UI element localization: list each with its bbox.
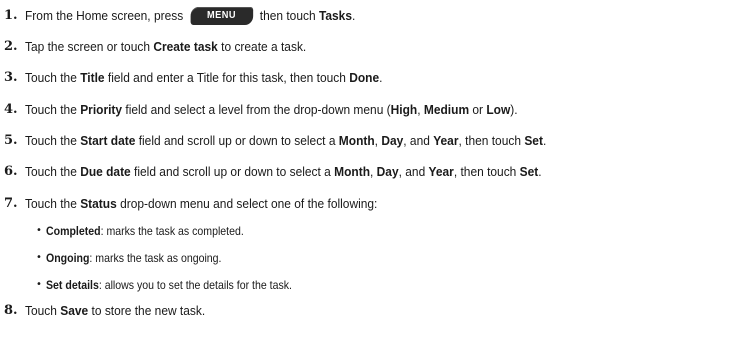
text: field and scroll up or down to select a xyxy=(130,164,335,179)
bold-term: Set xyxy=(519,164,539,179)
step-number: 8. xyxy=(4,303,18,318)
step-text: Touch the Priority field and select a le… xyxy=(25,100,518,120)
bullet-icon: • xyxy=(36,252,42,263)
step-text: Tap the screen or touch Create task to c… xyxy=(25,37,306,57)
text: . xyxy=(379,70,383,85)
step-number: 1. xyxy=(4,8,18,23)
text: or xyxy=(469,102,487,117)
text: field and enter a Title for this task, t… xyxy=(104,70,350,85)
text: Touch the xyxy=(25,102,81,117)
step-text: Touch Save to store the new task. xyxy=(25,301,205,321)
text: , then touch xyxy=(453,164,520,179)
option-text: Set details: allows you to set the detai… xyxy=(46,276,292,294)
step-text: Touch the Status drop-down menu and sele… xyxy=(25,194,377,214)
text: . xyxy=(351,8,356,23)
text: Touch the xyxy=(25,196,81,211)
text: field and scroll up or down to select a xyxy=(135,133,339,148)
text: : marks the task as ongoing. xyxy=(89,251,222,265)
text: : allows you to set the details for the … xyxy=(98,278,292,292)
text: then touch xyxy=(256,8,319,23)
text: drop-down menu and select one of the fol… xyxy=(116,196,378,211)
bold-term: Tasks xyxy=(318,8,352,23)
step-number: 6. xyxy=(4,164,18,179)
bold-term: High xyxy=(390,102,418,117)
bold-term: Day xyxy=(376,164,399,179)
bold-term: Low xyxy=(486,102,511,117)
bold-term: Day xyxy=(381,133,404,148)
text: . xyxy=(538,164,542,179)
bold-term: Priority xyxy=(80,102,123,117)
bold-term: Done xyxy=(349,70,380,85)
instructions-document: 1. From the Home screen, press MENU then… xyxy=(0,0,729,360)
step-number: 4. xyxy=(4,102,18,117)
bold-term: Year xyxy=(428,164,454,179)
text: Touch the xyxy=(25,70,81,85)
text: to create a task. xyxy=(217,39,307,54)
bold-term: Set details xyxy=(46,278,99,292)
text: Touch xyxy=(25,303,61,318)
step-text: From the Home screen, press MENU then to… xyxy=(25,6,355,27)
text: to store the new task. xyxy=(88,303,206,318)
bold-term: Save xyxy=(60,303,89,318)
option-text: Ongoing: marks the task as ongoing. xyxy=(46,249,221,267)
bold-term: Month xyxy=(334,164,371,179)
text: : marks the task as completed. xyxy=(100,224,244,238)
bold-term: Create task xyxy=(153,39,218,54)
step-number: 7. xyxy=(4,196,18,211)
text: , and xyxy=(403,133,434,148)
bold-term: Year xyxy=(433,133,459,148)
step-number: 5. xyxy=(4,133,18,148)
step-text: Touch the Due date field and scroll up o… xyxy=(25,162,542,182)
step-text: Touch the Title field and enter a Title … xyxy=(25,68,382,88)
bold-term: Ongoing xyxy=(46,251,90,265)
text: Touch the xyxy=(25,164,81,179)
bold-term: Title xyxy=(80,70,105,85)
text: Tap the screen or touch xyxy=(25,39,154,54)
text: , and xyxy=(398,164,429,179)
text: field and select a level from the drop-d… xyxy=(122,102,391,117)
step-number: 2. xyxy=(4,39,18,54)
bold-term: Start date xyxy=(80,133,136,148)
bold-term: Medium xyxy=(423,102,470,117)
bullet-icon: • xyxy=(36,279,42,290)
bold-term: Due date xyxy=(80,164,131,179)
text: Touch the xyxy=(25,133,81,148)
text: From the Home screen, press xyxy=(25,8,187,23)
bold-term: Completed xyxy=(46,224,101,238)
menu-key-icon: MENU xyxy=(190,6,253,25)
bold-term: Set xyxy=(524,133,543,148)
option-text: Completed: marks the task as completed. xyxy=(46,222,244,240)
bold-term: Month xyxy=(338,133,375,148)
bold-term: Status xyxy=(80,196,117,211)
text: , xyxy=(417,102,424,117)
step-number: 3. xyxy=(4,70,18,85)
text: ). xyxy=(510,102,518,117)
text: , then touch xyxy=(458,133,525,148)
bullet-icon: • xyxy=(36,225,42,236)
step-text: Touch the Start date field and scroll up… xyxy=(25,131,546,151)
text: . xyxy=(542,133,547,148)
